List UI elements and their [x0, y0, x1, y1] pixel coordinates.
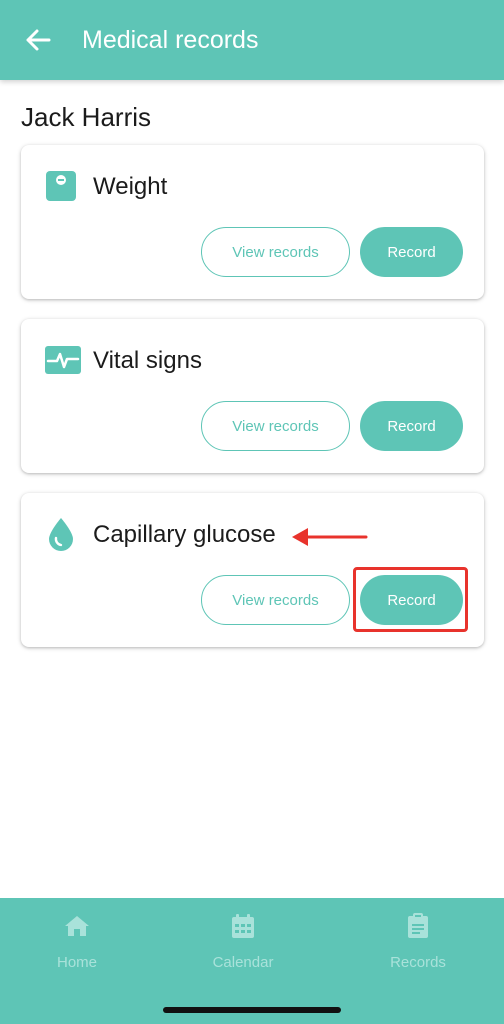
view-records-button[interactable]: View records [201, 575, 350, 625]
arrow-left-icon [26, 29, 51, 51]
heartbeat-icon [45, 343, 81, 377]
calendar-icon [229, 912, 257, 940]
patient-name: Jack Harris [21, 102, 152, 132]
back-button[interactable] [20, 22, 56, 58]
annotation-arrow [292, 528, 368, 546]
view-records-button[interactable]: View records [201, 227, 350, 277]
card-title: Weight [93, 173, 168, 200]
vital-signs-card: Vital signs View records Record [21, 319, 484, 473]
record-button[interactable]: Record [360, 227, 463, 277]
home-icon [63, 912, 91, 940]
card-title: Vital signs [93, 347, 202, 374]
record-button[interactable]: Record [360, 575, 463, 625]
app-bar: Medical records [0, 0, 504, 80]
weight-card: Weight View records Record [21, 145, 484, 299]
nav-item-records[interactable]: Records [358, 912, 478, 971]
scale-icon [45, 169, 77, 203]
card-title: Capillary glucose [93, 521, 276, 548]
drop-icon [45, 517, 77, 551]
record-button[interactable]: Record [360, 401, 463, 451]
view-records-button[interactable]: View records [201, 401, 350, 451]
clipboard-icon [404, 912, 432, 940]
nav-label: Calendar [212, 954, 274, 971]
nav-item-calendar[interactable]: Calendar [183, 912, 303, 971]
bottom-nav: Home Calendar Records [0, 898, 504, 1024]
nav-label: Records [390, 954, 446, 971]
nav-label: Home [56, 954, 97, 971]
page-title: Medical records [82, 25, 259, 54]
nav-item-home[interactable]: Home [17, 912, 137, 971]
home-indicator [163, 1007, 341, 1013]
capillary-glucose-card: Capillary glucose View records Record [21, 493, 484, 647]
